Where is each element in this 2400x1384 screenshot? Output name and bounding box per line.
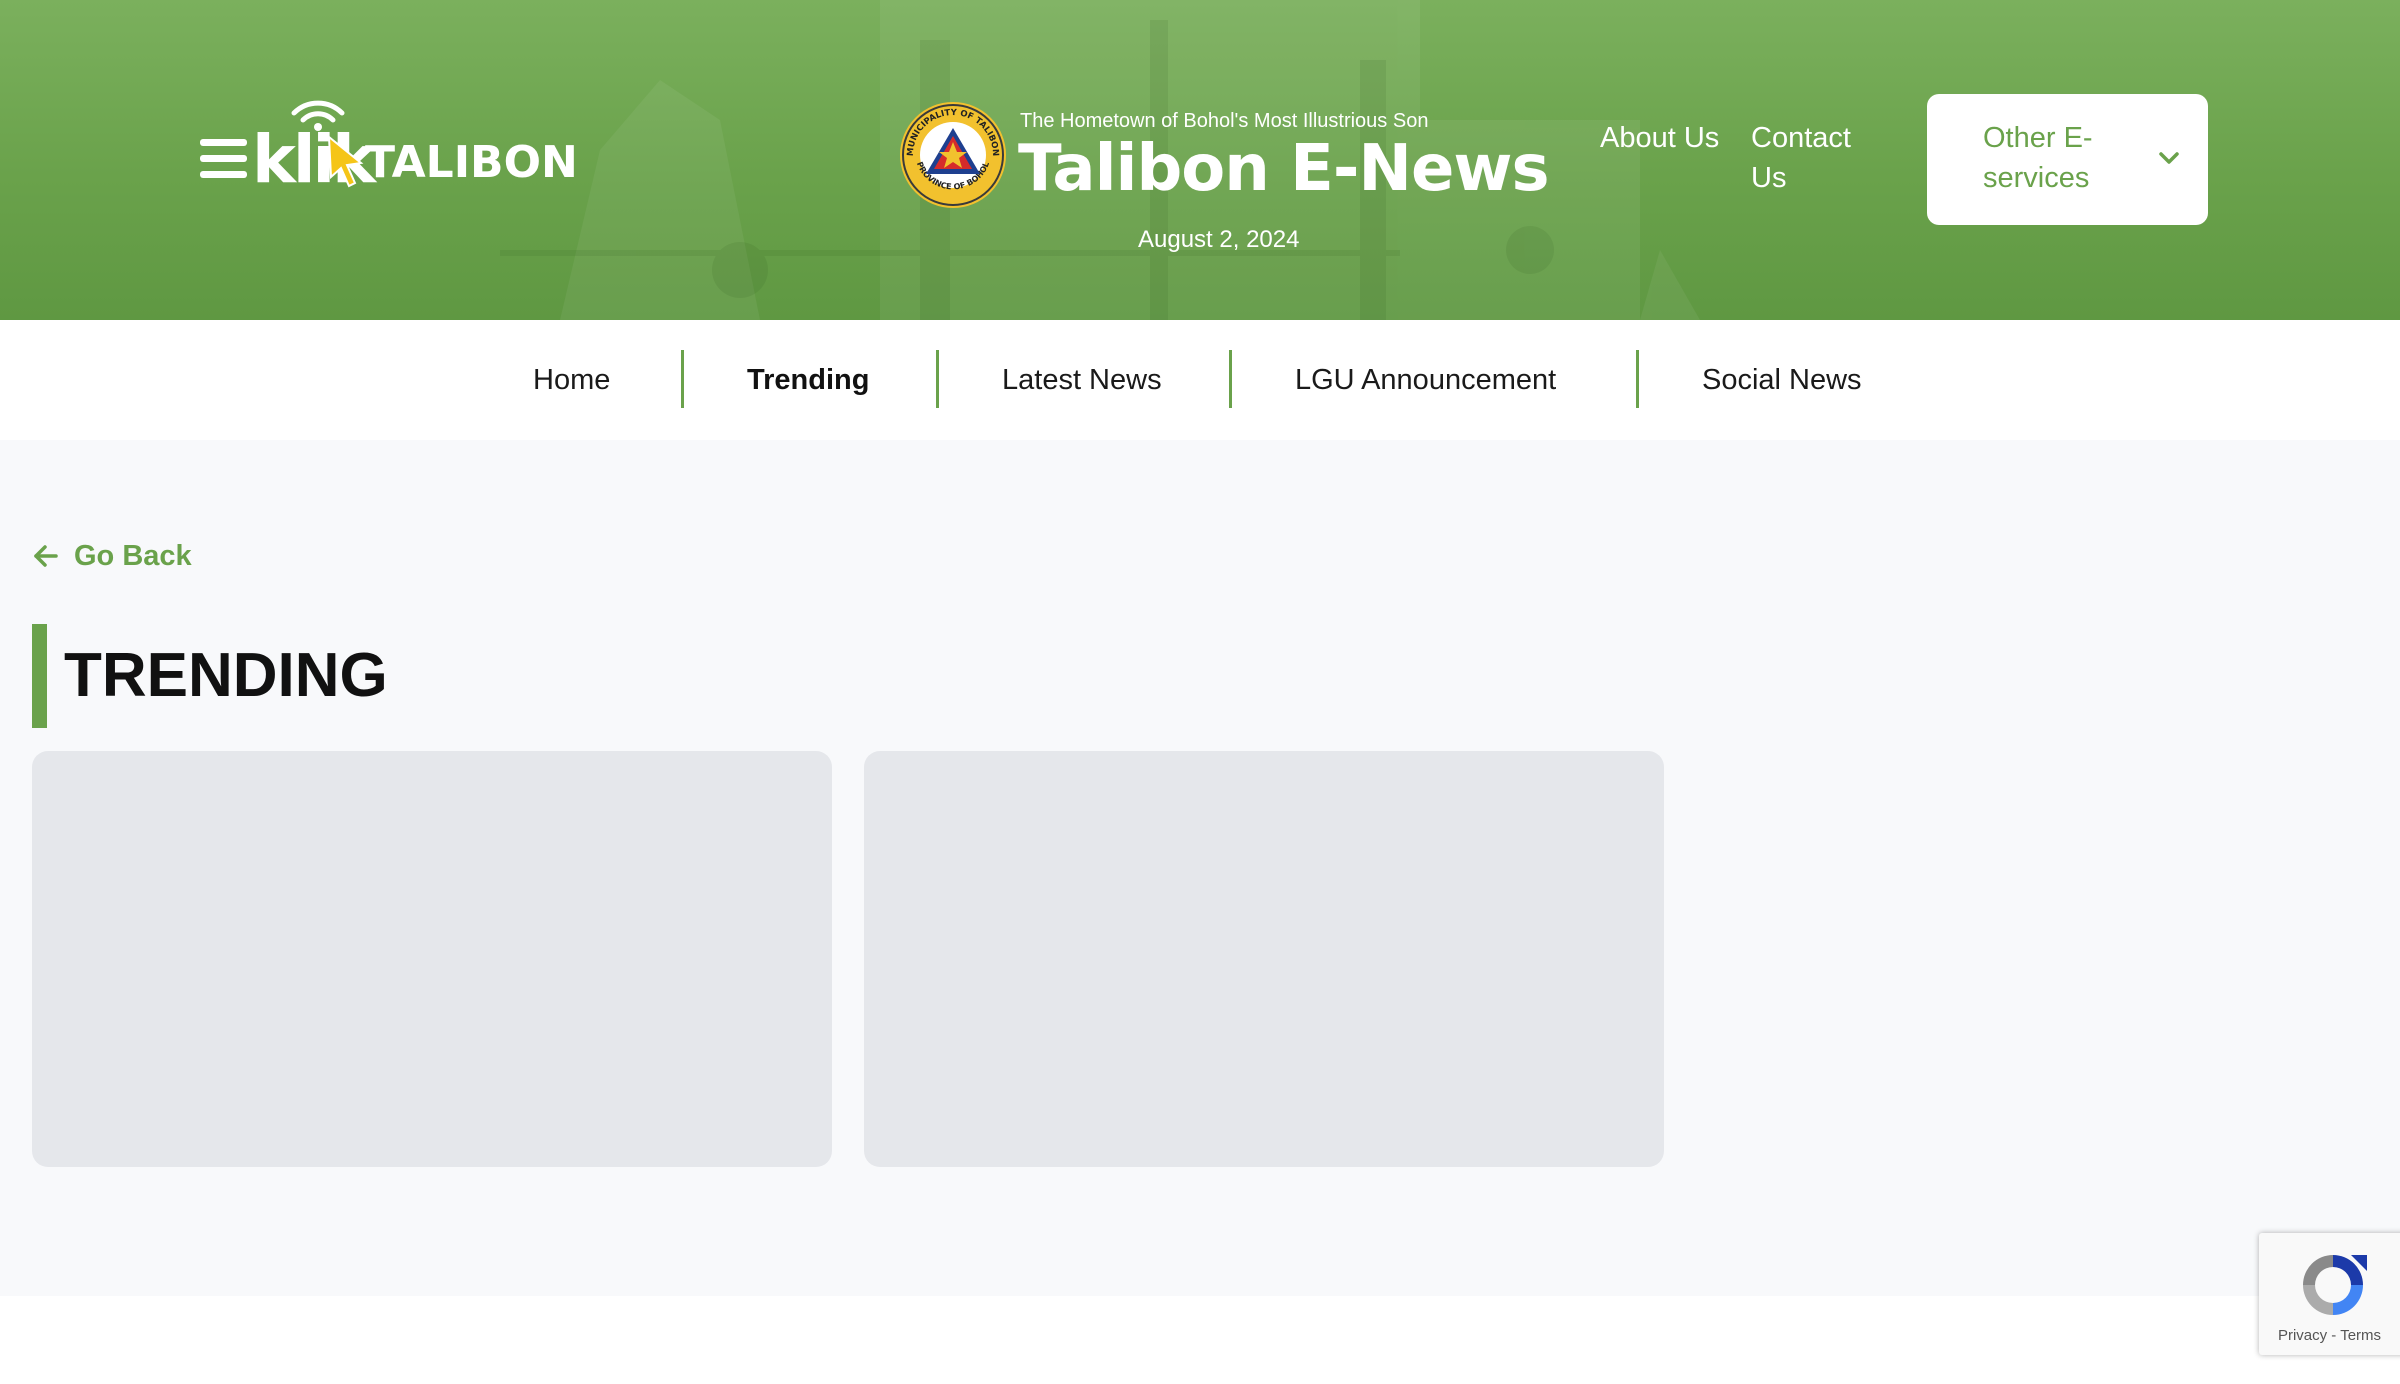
- contact-us-link[interactable]: Contact Us: [1751, 118, 1871, 198]
- cursor-icon: [327, 134, 364, 188]
- site-tagline: The Hometown of Bohol's Most Illustrious…: [1020, 110, 1429, 132]
- municipal-seal: MUNICIPALITY OF TALIBON PROVINCE OF BOHO…: [900, 102, 1006, 208]
- recaptcha-privacy-link[interactable]: Privacy: [2278, 1327, 2327, 1344]
- menu-icon[interactable]: [200, 139, 247, 179]
- other-eservices-label: Other E-services: [1983, 122, 2093, 194]
- other-eservices-dropdown[interactable]: Other E-services: [1927, 94, 2208, 225]
- nav-latest-news[interactable]: Latest News: [1002, 320, 1162, 440]
- nav-divider: [1636, 350, 1639, 408]
- go-back-button[interactable]: Go Back: [32, 536, 192, 576]
- site-title[interactable]: Talibon E-News: [1018, 132, 1550, 206]
- recaptcha-links: Privacy - Terms: [2259, 1327, 2400, 1344]
- recaptcha-badge[interactable]: Privacy - Terms: [2259, 1233, 2400, 1355]
- chevron-down-icon: [2159, 152, 2179, 164]
- nav-home[interactable]: Home: [533, 320, 610, 440]
- main-nav: Home Trending Latest News LGU Announceme…: [0, 320, 2400, 440]
- main-content: Go Back TRENDING: [0, 440, 2400, 1296]
- recaptcha-separator: -: [2331, 1327, 2337, 1344]
- recaptcha-terms-link[interactable]: Terms: [2340, 1327, 2381, 1344]
- nav-lgu-announcement[interactable]: LGU Announcement: [1295, 320, 1556, 440]
- nav-trending[interactable]: Trending: [747, 320, 869, 440]
- news-card-placeholder[interactable]: [864, 751, 1664, 1167]
- logo-talibon-text: TALIBON: [365, 137, 578, 188]
- recaptcha-icon: [2303, 1255, 2367, 1315]
- title-accent-bar: [32, 624, 47, 728]
- go-back-label: Go Back: [74, 539, 192, 572]
- nav-divider: [936, 350, 939, 408]
- site-header: klik TALIBON MUNICIPALITY OF TALIBON PRO…: [0, 0, 2400, 320]
- about-us-link[interactable]: About Us: [1600, 118, 1720, 158]
- nav-social-news[interactable]: Social News: [1702, 320, 1862, 440]
- news-card-placeholder[interactable]: [32, 751, 832, 1167]
- arrow-left-icon: [34, 545, 58, 567]
- nav-divider: [1229, 350, 1232, 408]
- klik-talibon-logo[interactable]: klik TALIBON: [252, 95, 578, 195]
- page-title: TRENDING: [64, 641, 388, 710]
- nav-divider: [681, 350, 684, 408]
- current-date: August 2, 2024: [1138, 226, 1300, 253]
